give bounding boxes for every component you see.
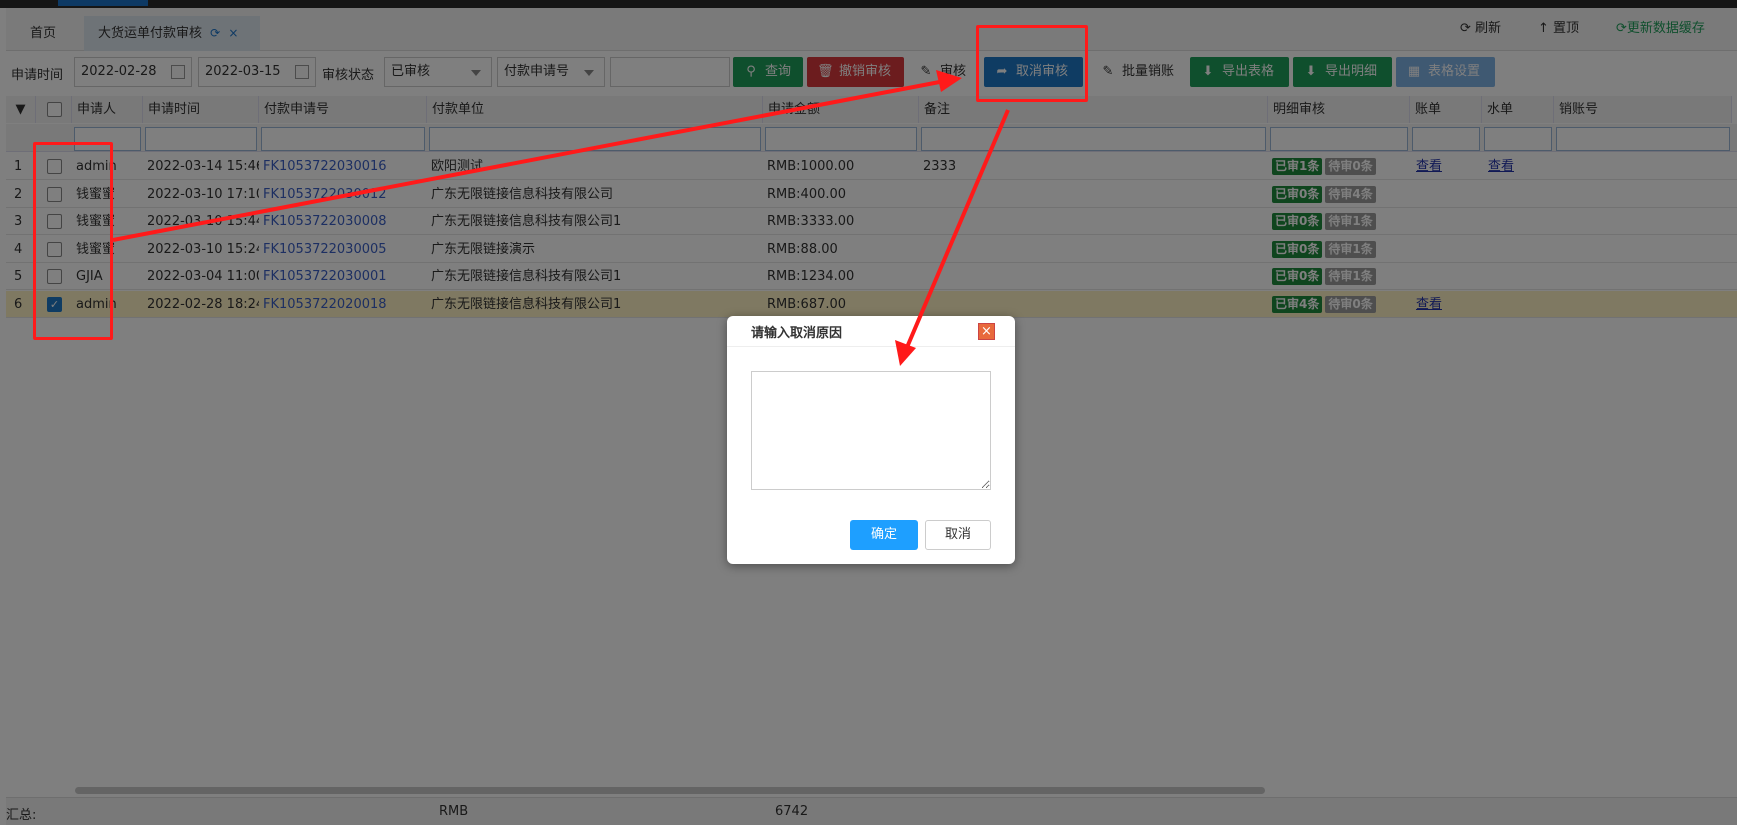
annotation-arrow-line bbox=[112, 78, 951, 242]
annotation-arrow-line bbox=[903, 109, 1010, 353]
annotation-arrowhead bbox=[936, 70, 962, 92]
annotation-arrows bbox=[112, 70, 1010, 366]
annotation-arrowhead bbox=[895, 340, 916, 366]
